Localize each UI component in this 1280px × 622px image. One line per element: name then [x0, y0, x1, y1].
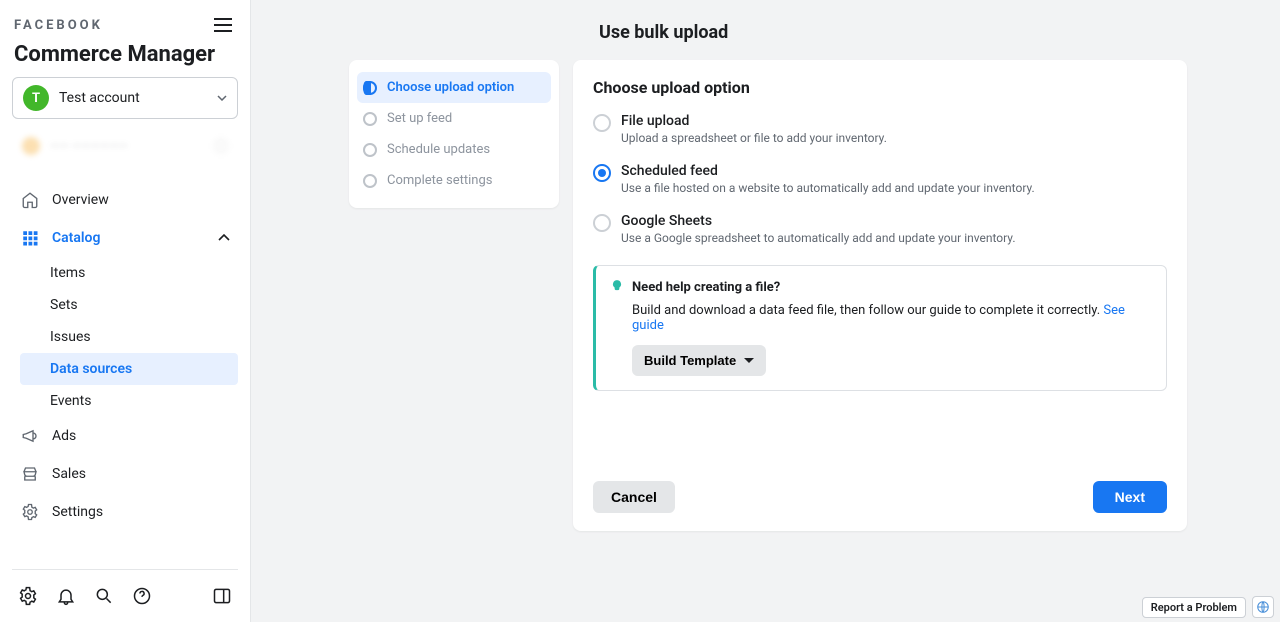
nav-issues[interactable]: Issues — [42, 321, 238, 353]
sub-account-text: —— —————— — [50, 139, 204, 153]
upload-option-file[interactable]: File upload Upload a spreadsheet or file… — [593, 113, 1167, 145]
caret-down-icon — [744, 358, 754, 364]
nav-events-label: Events — [50, 393, 91, 409]
sidebar-nav: Overview Catalog Items Sets Issues Data … — [12, 181, 238, 569]
step-bullet-icon — [363, 174, 377, 188]
step-3[interactable]: Complete settings — [357, 165, 551, 196]
sub-account-row[interactable]: —— —————— i — [12, 129, 238, 163]
gear-icon — [20, 503, 40, 521]
nav-items[interactable]: Items — [42, 257, 238, 289]
nav-sales[interactable]: Sales — [12, 455, 238, 493]
form-title: Choose upload option — [593, 78, 1167, 97]
section-title: Commerce Manager — [12, 40, 238, 77]
step-2[interactable]: Schedule updates — [357, 134, 551, 165]
search-icon[interactable] — [92, 584, 116, 608]
nav-sets[interactable]: Sets — [42, 289, 238, 321]
nav-sales-label: Sales — [52, 466, 86, 482]
main: Use bulk upload Choose upload option Set… — [251, 0, 1280, 622]
nav-settings-label: Settings — [52, 504, 103, 520]
sidebar-footer-icons — [12, 578, 238, 614]
upload-option-sched[interactable]: Scheduled feed Use a file hosted on a we… — [593, 163, 1167, 195]
step-1[interactable]: Set up feed — [357, 103, 551, 134]
step-label: Set up feed — [387, 111, 452, 126]
upload-option-gs[interactable]: Google Sheets Use a Google spreadsheet t… — [593, 213, 1167, 245]
lightbulb-icon — [610, 278, 624, 297]
sidebar-collapse-button[interactable] — [210, 14, 236, 36]
home-icon — [20, 191, 40, 209]
account-name: Test account — [59, 90, 207, 106]
build-template-label: Build Template — [644, 353, 736, 368]
upload-option-label: File upload — [621, 113, 887, 129]
nav-catalog[interactable]: Catalog — [12, 219, 238, 257]
nav-catalog-children: Items Sets Issues Data sources Events — [12, 257, 238, 417]
step-bullet-icon — [363, 143, 377, 157]
notifications-icon[interactable] — [54, 584, 78, 608]
info-icon: i — [214, 139, 228, 153]
language-button[interactable] — [1252, 596, 1274, 618]
build-template-button[interactable]: Build Template — [632, 345, 766, 376]
chevron-up-icon — [218, 234, 230, 242]
tip-title: Need help creating a file? — [632, 280, 780, 295]
step-label: Schedule updates — [387, 142, 490, 157]
upload-option-desc: Use a file hosted on a website to automa… — [621, 181, 1035, 195]
radio-icon — [593, 164, 611, 182]
nav-overview[interactable]: Overview — [12, 181, 238, 219]
nav-overview-label: Overview — [52, 192, 109, 208]
page-title: Use bulk upload — [251, 0, 728, 57]
upload-option-label: Scheduled feed — [621, 163, 1035, 179]
nav-data-sources-label: Data sources — [50, 361, 132, 377]
upload-option-desc: Use a Google spreadsheet to automaticall… — [621, 231, 1016, 245]
sidebar-divider — [12, 569, 238, 570]
nav-ads[interactable]: Ads — [12, 417, 238, 455]
nav-ads-label: Ads — [52, 428, 76, 444]
account-avatar: T — [23, 85, 49, 111]
radio-icon — [593, 214, 611, 232]
globe-icon — [1256, 600, 1270, 614]
step-label: Complete settings — [387, 173, 492, 188]
tip-box: Need help creating a file? Build and dow… — [593, 265, 1167, 391]
form-card: Choose upload option File upload Upload … — [573, 60, 1187, 531]
upload-option-desc: Upload a spreadsheet or file to add your… — [621, 131, 887, 145]
upload-option-group: File upload Upload a spreadsheet or file… — [593, 113, 1167, 245]
next-button[interactable]: Next — [1093, 481, 1167, 513]
step-bullet-icon — [363, 112, 377, 126]
account-select[interactable]: T Test account — [12, 77, 238, 119]
upload-option-label: Google Sheets — [621, 213, 1016, 229]
nav-sets-label: Sets — [50, 297, 78, 313]
help-icon[interactable] — [130, 584, 154, 608]
step-bullet-icon — [363, 81, 377, 95]
grid-icon — [20, 229, 40, 247]
step-label: Choose upload option — [387, 80, 514, 95]
nav-events[interactable]: Events — [42, 385, 238, 417]
panel-toggle-icon[interactable] — [210, 584, 234, 608]
caret-down-icon — [217, 95, 227, 101]
store-icon — [20, 465, 40, 483]
step-0[interactable]: Choose upload option — [357, 72, 551, 103]
nav-issues-label: Issues — [50, 329, 91, 345]
nav-data-sources[interactable]: Data sources — [20, 353, 238, 385]
megaphone-icon — [20, 427, 40, 445]
hamburger-icon — [214, 18, 232, 32]
sub-account-avatar — [22, 137, 40, 155]
tip-body-text: Build and download a data feed file, the… — [632, 303, 1103, 318]
nav-items-label: Items — [50, 265, 85, 281]
tip-body: Build and download a data feed file, the… — [632, 303, 1152, 333]
cancel-button[interactable]: Cancel — [593, 481, 675, 513]
brand-wordmark: FACEBOOK — [14, 18, 103, 33]
nav-catalog-label: Catalog — [52, 230, 206, 246]
steps-card: Choose upload option Set up feed Schedul… — [349, 60, 559, 208]
nav-settings[interactable]: Settings — [12, 493, 238, 531]
settings-gear-icon[interactable] — [16, 584, 40, 608]
radio-icon — [593, 114, 611, 132]
sidebar: FACEBOOK Commerce Manager T Test account… — [0, 0, 251, 622]
report-problem-button[interactable]: Report a Problem — [1142, 597, 1246, 618]
